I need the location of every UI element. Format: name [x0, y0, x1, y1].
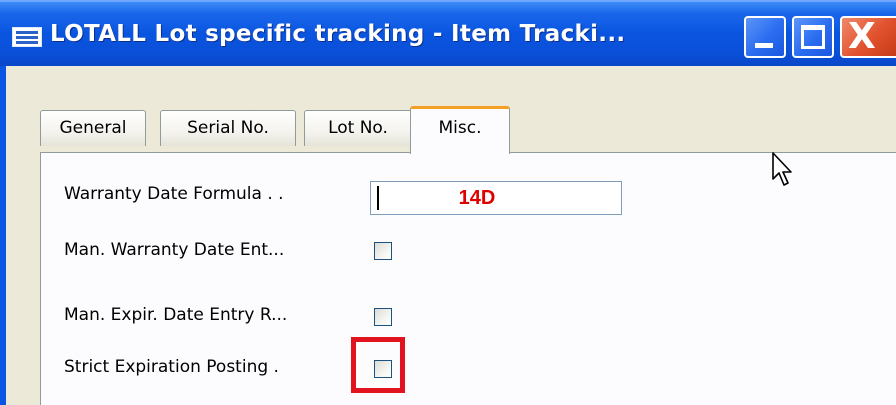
- maximize-button[interactable]: [792, 16, 834, 58]
- window-title: LOTALL Lot specific tracking - Item Trac…: [50, 21, 626, 47]
- tab-lot-no[interactable]: Lot No.: [304, 110, 412, 146]
- tab-misc[interactable]: Misc.: [410, 106, 510, 154]
- mouse-pointer-icon: [772, 152, 792, 186]
- tab-general[interactable]: General: [40, 110, 146, 146]
- minimize-icon: [755, 43, 773, 48]
- warranty-date-formula-value: 14D: [458, 187, 496, 209]
- minimize-button[interactable]: [744, 16, 786, 58]
- strict-expiration-posting-label: Strict Expiration Posting .: [64, 357, 279, 377]
- window-client-area: General Serial No. Lot No. Misc. Warrant…: [6, 66, 896, 405]
- man-warranty-date-entry-checkbox[interactable]: [374, 242, 392, 260]
- table-form-icon: [12, 27, 42, 47]
- maximize-icon: [801, 25, 825, 49]
- man-warranty-date-entry-label: Man. Warranty Date Ent...: [64, 240, 285, 260]
- man-expir-date-entry-checkbox[interactable]: [374, 308, 392, 326]
- title-bar[interactable]: LOTALL Lot specific tracking - Item Trac…: [0, 0, 896, 66]
- item-tracking-card-window: LOTALL Lot specific tracking - Item Trac…: [0, 0, 896, 405]
- warranty-date-formula-label: Warranty Date Formula . .: [64, 184, 284, 204]
- close-button[interactable]: X: [840, 16, 896, 58]
- close-icon: X: [848, 16, 876, 57]
- tab-serial-no[interactable]: Serial No.: [160, 110, 296, 146]
- warranty-date-formula-input[interactable]: 14D: [370, 181, 622, 215]
- misc-tab-panel: Warranty Date Formula . . 14D Man. Warra…: [40, 152, 896, 405]
- man-expir-date-entry-label: Man. Expir. Date Entry R...: [64, 305, 288, 325]
- highlight-annotation-box: [351, 337, 405, 393]
